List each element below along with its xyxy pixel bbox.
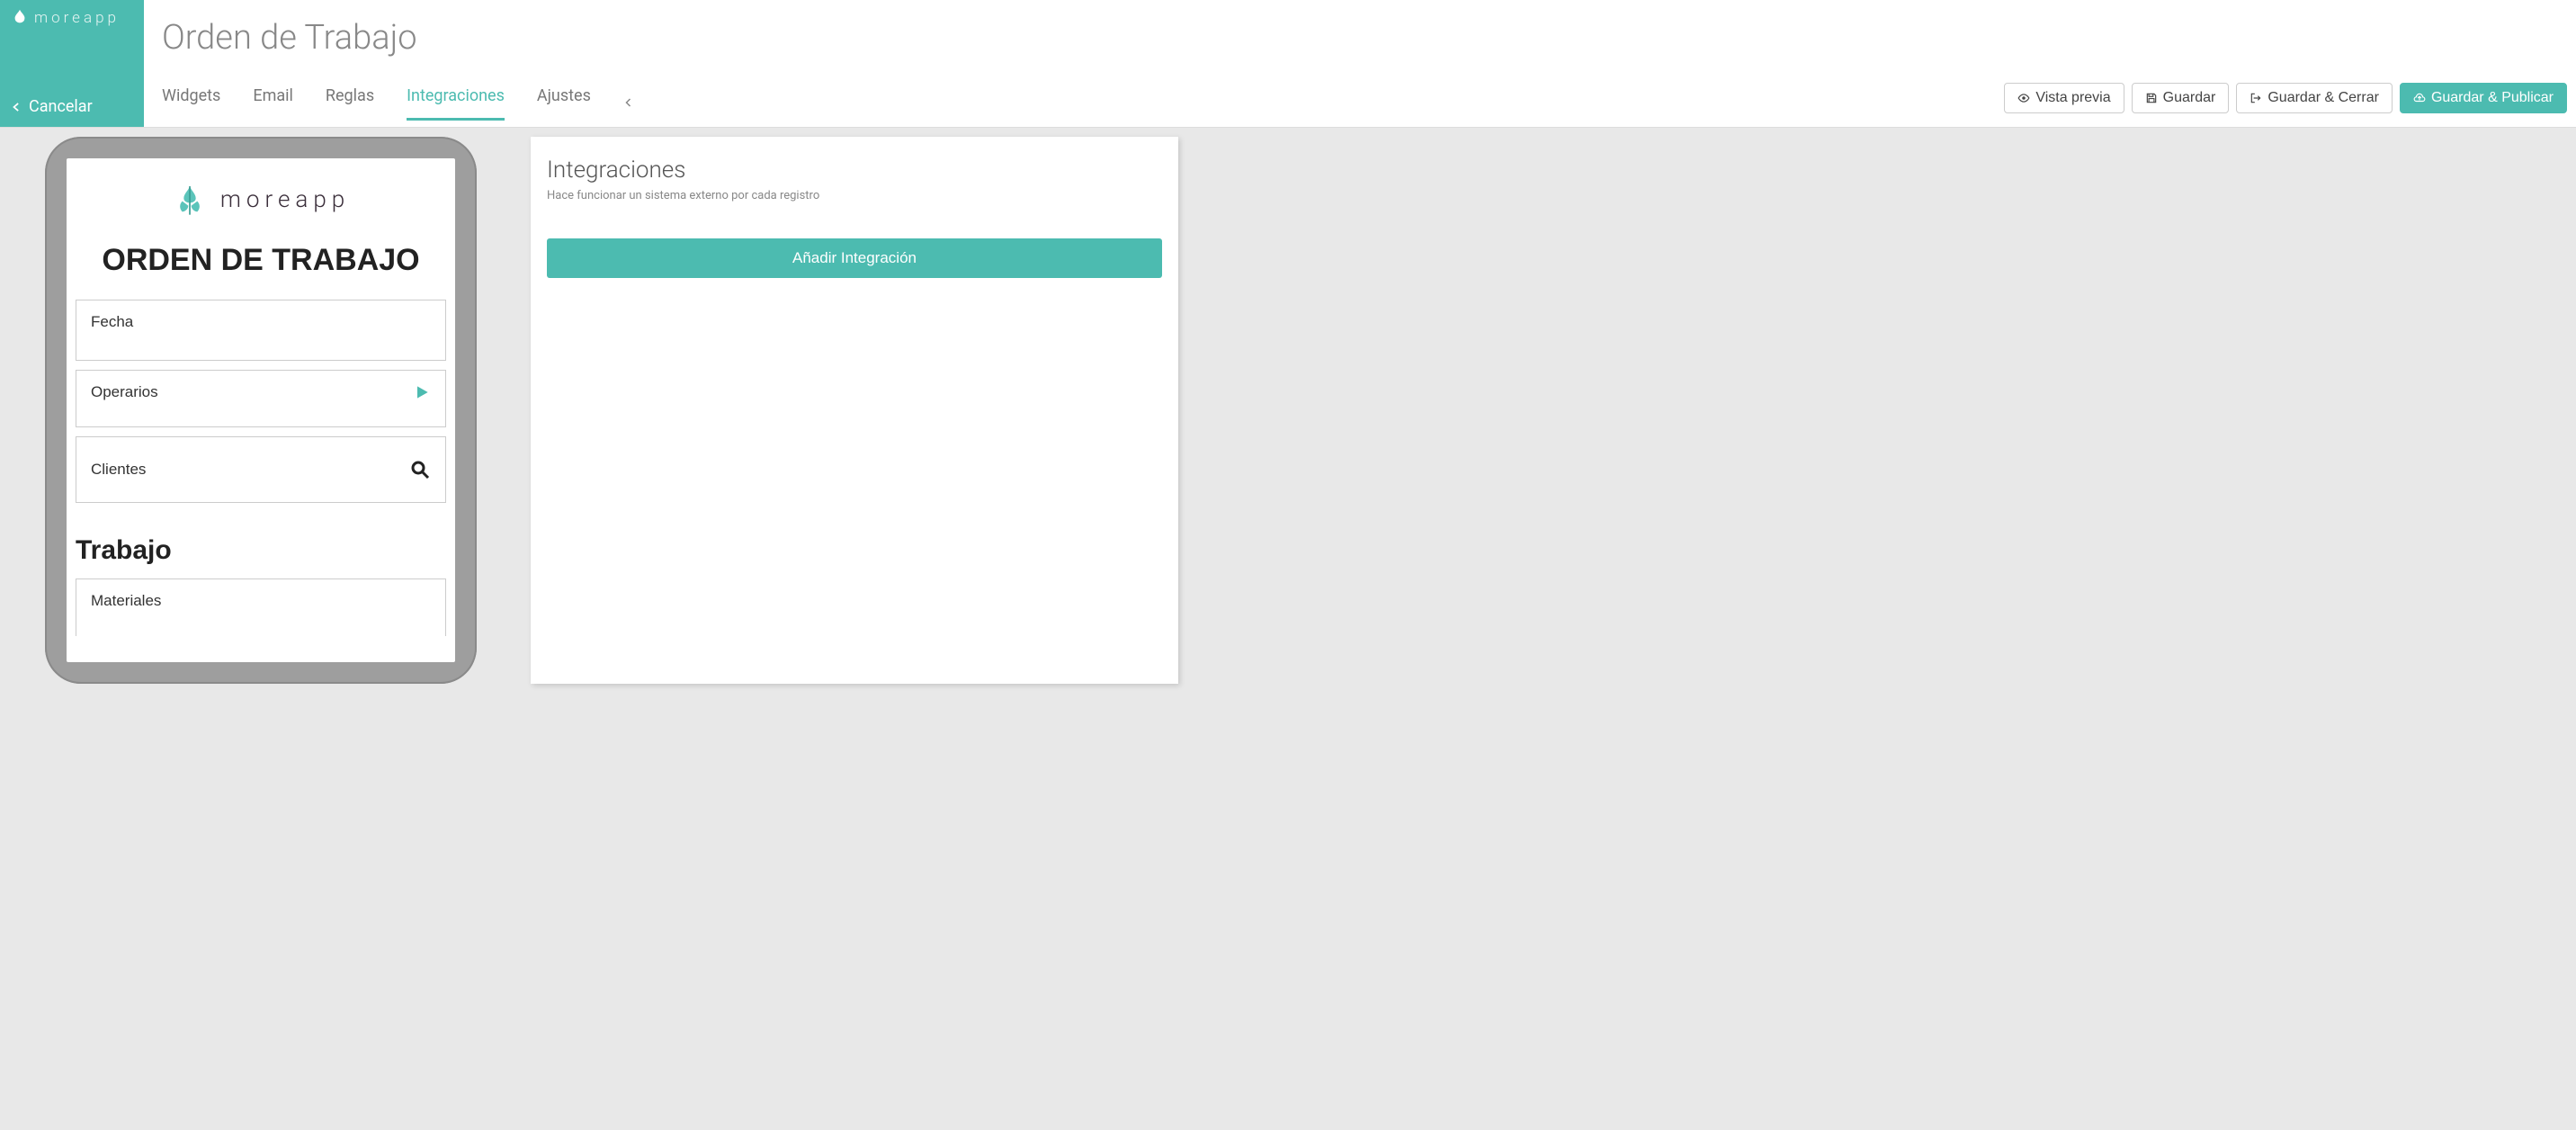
phone-brand-text: moreapp — [220, 186, 350, 213]
cancel-label: Cancelar — [29, 97, 93, 116]
page-title: Orden de Trabajo — [162, 0, 2567, 76]
tab-widgets[interactable]: Widgets — [162, 86, 220, 121]
tabs: Widgets Email Reglas Integraciones Ajust… — [162, 76, 634, 121]
panel-subtitle: Hace funcionar un sistema externo por ca… — [547, 189, 1162, 202]
chevron-left-icon[interactable] — [623, 97, 634, 121]
brand-text: moreapp — [34, 9, 120, 27]
eye-icon — [2017, 92, 2030, 104]
topbar: moreapp Cancelar Orden de Trabajo Widget… — [0, 0, 2576, 128]
brand: moreapp — [11, 9, 133, 27]
field-clients[interactable]: Clientes — [76, 436, 446, 503]
phone-brand: moreapp — [67, 173, 455, 243]
brand-cancel-panel: moreapp Cancelar — [0, 0, 144, 127]
tab-rules[interactable]: Reglas — [326, 86, 374, 121]
search-icon — [409, 459, 431, 480]
save-publish-label: Guardar & Publicar — [2431, 90, 2554, 106]
form-title: ORDEN DE TRABAJO — [67, 243, 455, 300]
brand-leaf-icon — [11, 9, 29, 27]
section-work-title: Trabajo — [67, 512, 455, 578]
play-icon — [413, 383, 431, 401]
form-fields: Fecha Operarios Clientes — [67, 300, 455, 503]
save-icon — [2145, 92, 2158, 104]
field-materials-label: Materiales — [91, 592, 161, 610]
panel-title: Integraciones — [547, 157, 1162, 184]
field-date[interactable]: Fecha — [76, 300, 446, 361]
cloud-upload-icon — [2413, 92, 2426, 104]
form-fields-2: Materiales — [67, 578, 455, 636]
tab-integrations[interactable]: Integraciones — [407, 86, 505, 121]
signout-icon — [2250, 92, 2262, 104]
content: moreapp ORDEN DE TRABAJO Fecha Operarios — [0, 128, 2576, 684]
save-close-label: Guardar & Cerrar — [2267, 90, 2379, 106]
field-operators-label: Operarios — [91, 383, 158, 401]
brand-leaf-icon — [172, 182, 208, 218]
tab-settings[interactable]: Ajustes — [537, 86, 591, 121]
phone-preview-frame: moreapp ORDEN DE TRABAJO Fecha Operarios — [45, 137, 477, 684]
cancel-button[interactable]: Cancelar — [11, 97, 133, 116]
top-right: Orden de Trabajo Widgets Email Reglas In… — [144, 0, 2576, 127]
field-operators[interactable]: Operarios — [76, 370, 446, 427]
field-date-label: Fecha — [91, 313, 133, 331]
phone-screen: moreapp ORDEN DE TRABAJO Fecha Operarios — [67, 158, 455, 662]
save-button[interactable]: Guardar — [2132, 83, 2230, 113]
add-integration-button[interactable]: Añadir Integración — [547, 238, 1162, 278]
arrow-left-icon — [11, 101, 23, 113]
field-clients-label: Clientes — [91, 461, 146, 479]
save-publish-button[interactable]: Guardar & Publicar — [2400, 83, 2567, 113]
save-close-button[interactable]: Guardar & Cerrar — [2236, 83, 2393, 113]
integrations-panel: Integraciones Hace funcionar un sistema … — [531, 137, 1178, 684]
save-label: Guardar — [2163, 90, 2216, 106]
actions: Vista previa Guardar Guardar & Cerrar Gu… — [2004, 83, 2567, 121]
tabs-actions-row: Widgets Email Reglas Integraciones Ajust… — [162, 76, 2567, 121]
preview-button[interactable]: Vista previa — [2004, 83, 2124, 113]
preview-label: Vista previa — [2035, 90, 2110, 106]
field-materials[interactable]: Materiales — [76, 578, 446, 636]
tab-email[interactable]: Email — [253, 86, 293, 121]
